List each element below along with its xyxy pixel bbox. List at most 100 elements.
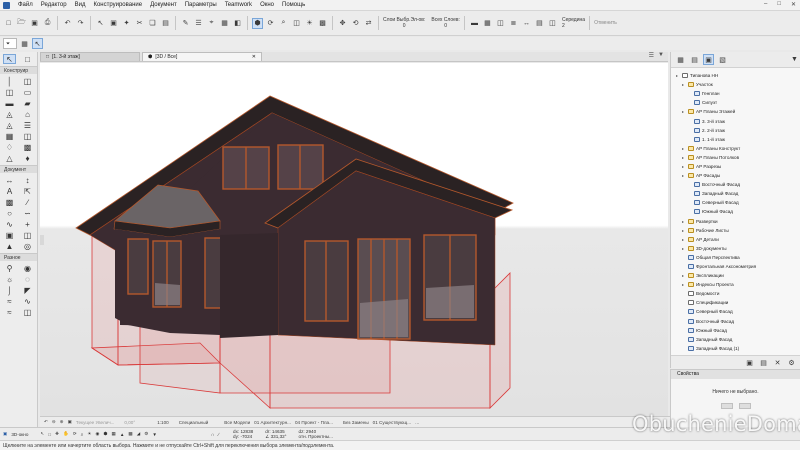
skylight-icon[interactable]: ◫ <box>21 131 34 141</box>
fill-tool-icon[interactable]: ▩ <box>3 197 16 207</box>
view-type-label[interactable]: 3D-окно <box>11 432 28 437</box>
expand-toggle-icon[interactable]: ▸ <box>682 237 686 242</box>
view-3d-icon[interactable]: ⬢ <box>252 17 263 29</box>
corner-window-icon[interactable]: ◤ <box>21 285 34 295</box>
navigator-item[interactable]: ▸ АР Планы Потолков <box>676 153 800 162</box>
midpoint-info[interactable]: Середина 2 <box>562 17 585 29</box>
new-view-icon[interactable]: ▣ <box>744 357 755 368</box>
layout-book-icon[interactable]: ▣ <box>703 54 714 65</box>
line-weight-icon[interactable]: ☰ <box>193 18 204 29</box>
marquee-tool-icon[interactable]: □ <box>21 54 34 64</box>
beam-tool-icon[interactable]: ▬ <box>3 98 16 108</box>
radial-tool-icon[interactable]: ◌ <box>21 274 34 284</box>
morph-tool-icon[interactable]: ♦ <box>21 153 34 163</box>
layer-combination-dropdown[interactable]: Специальный <box>179 420 209 425</box>
tab-list-icon[interactable]: ☰ <box>649 52 654 59</box>
roof-tool-icon[interactable]: ⌂ <box>21 109 34 119</box>
navigator-item[interactable]: Общая Перспектива <box>676 253 800 262</box>
snap-icon[interactable]: ⌖ <box>206 18 217 29</box>
navigator-item[interactable]: ▸ Участок <box>676 80 800 89</box>
section-icon[interactable]: ◫ <box>291 18 302 29</box>
menu-design[interactable]: Конструирование <box>93 2 142 8</box>
menu-teamwork[interactable]: Teamwork <box>225 2 252 8</box>
zoom-fit-icon[interactable]: ▣ <box>68 419 72 425</box>
offset-icon[interactable]: ≣ <box>508 18 519 29</box>
navigator-item[interactable]: Южный Фасад <box>676 207 800 216</box>
mirror-icon[interactable]: ⇄ <box>363 18 374 29</box>
navigator-item[interactable]: Спецификации <box>676 298 800 307</box>
close-tab-icon[interactable]: ✕ <box>252 54 256 60</box>
arrow-tool-icon[interactable]: ↖ <box>32 38 43 49</box>
navigator-item[interactable]: Северный Фасад <box>676 198 800 207</box>
archicad-logo-icon[interactable] <box>3 1 10 9</box>
mesh-tool-icon[interactable]: △ <box>3 153 16 163</box>
menu-window[interactable]: Окно <box>260 2 274 8</box>
worksheet-tool-icon[interactable]: ≈ <box>3 307 16 317</box>
expand-toggle-icon[interactable]: ▸ <box>676 73 680 78</box>
styles-icon[interactable]: ⚙ <box>144 431 148 437</box>
paste-icon[interactable]: ▤ <box>160 18 171 29</box>
zoom-icon[interactable]: ⌕ <box>81 432 84 437</box>
toolbox-section-more[interactable]: Разное <box>0 253 37 261</box>
marquee-icon[interactable]: ▣ <box>108 18 119 29</box>
undo-zoom-icon[interactable]: ↶ <box>44 419 48 425</box>
grid-tool-icon[interactable]: ⚲ <box>3 263 16 273</box>
railing-tool-icon[interactable]: ☰ <box>21 120 34 130</box>
tab-3d[interactable]: ⬢ [3D / Все] ✕ <box>142 52 262 61</box>
navigator-item[interactable]: ▸ АР Планы Этажей <box>676 107 800 116</box>
wall-tool-icon[interactable]: │ <box>3 76 16 86</box>
navigator-item[interactable]: ▸ АР Планы Конструкт <box>676 144 800 153</box>
camera-tool-icon[interactable]: ◉ <box>21 263 34 273</box>
pen-set-dropdown[interactable]: 01 Архитектурн... <box>254 420 291 425</box>
model-view-dropdown[interactable]: Все Модели <box>224 420 250 425</box>
navigator-item[interactable]: Восточный Фасад <box>676 180 800 189</box>
copy-icon[interactable]: ❏ <box>147 18 158 29</box>
tab-floor-plan[interactable]: □ [1. 3-й этаж] <box>40 52 140 61</box>
print-icon[interactable]: ⎙ <box>42 18 53 29</box>
navigation-icon[interactable]: ▲ <box>120 432 125 437</box>
circle-tool-icon[interactable]: ○ <box>3 208 16 218</box>
expand-toggle-icon[interactable]: ▸ <box>682 155 686 160</box>
hotspot-tool-icon[interactable]: + <box>21 219 34 229</box>
rotate-icon[interactable]: ⟲ <box>350 18 361 29</box>
scale-dropdown[interactable]: 1:100 <box>157 420 169 425</box>
navigator-item[interactable]: Восточный Фасад <box>676 317 800 326</box>
layout-icon[interactable]: ▦ <box>19 38 30 49</box>
menu-view[interactable]: Вид <box>75 2 86 8</box>
redo-icon[interactable]: ↷ <box>75 18 86 29</box>
menu-edit[interactable]: Редактор <box>41 2 67 8</box>
dimension-tool-icon[interactable]: ↔ <box>3 175 16 185</box>
navigator-item[interactable]: ▸ Развертки <box>676 217 800 226</box>
menu-options[interactable]: Параметры <box>185 2 217 8</box>
expand-toggle-icon[interactable]: ▸ <box>682 164 686 169</box>
layers-icon[interactable]: ◧ <box>232 18 243 29</box>
eye-icon[interactable]: ◉ <box>95 431 99 437</box>
navigator-item[interactable]: ▸ Экспликации <box>676 271 800 280</box>
orbit-icon[interactable]: ⟳ <box>265 18 276 29</box>
column-tool-icon[interactable]: ▭ <box>21 87 34 97</box>
menu-help[interactable]: Помощь <box>282 2 305 8</box>
navigator-item[interactable]: Южный Фасад <box>676 326 800 335</box>
shell-tool-icon[interactable]: ◬ <box>3 120 16 130</box>
trace-icon[interactable]: ◫ <box>547 18 558 29</box>
expand-toggle-icon[interactable]: ▸ <box>682 82 686 87</box>
door-tool-icon[interactable]: ◫ <box>21 76 34 86</box>
properties-settings-button[interactable] <box>720 403 733 409</box>
rotation-value[interactable]: 0,00° <box>124 420 135 425</box>
spline-tool-icon[interactable]: ∿ <box>3 219 16 229</box>
navigator-item[interactable]: Силуэт <box>676 98 800 107</box>
navigator-item[interactable]: ▸ АР Детали <box>676 235 800 244</box>
detail-tool-icon[interactable]: ◎ <box>21 241 34 251</box>
cancel-button[interactable]: Отменить <box>594 20 617 26</box>
elevation-tool-icon[interactable]: ▲ <box>3 241 16 251</box>
view-map-icon[interactable]: ▤ <box>689 54 700 65</box>
new-file-icon[interactable]: □ <box>3 18 14 29</box>
section-tool-icon[interactable]: ◫ <box>21 230 34 240</box>
toolbox-section-design[interactable]: Конструир <box>0 66 37 74</box>
navigator-item[interactable]: Западный Фасад <box>676 189 800 198</box>
expand-toggle-icon[interactable]: ▸ <box>682 109 686 114</box>
navigator-item[interactable]: Фронтальная Аксонометрия <box>676 262 800 271</box>
properties-header[interactable]: Свойства <box>671 370 800 379</box>
render-icon[interactable]: ☀ <box>304 18 315 29</box>
zoom-in-icon[interactable]: ⊕ <box>60 419 64 425</box>
